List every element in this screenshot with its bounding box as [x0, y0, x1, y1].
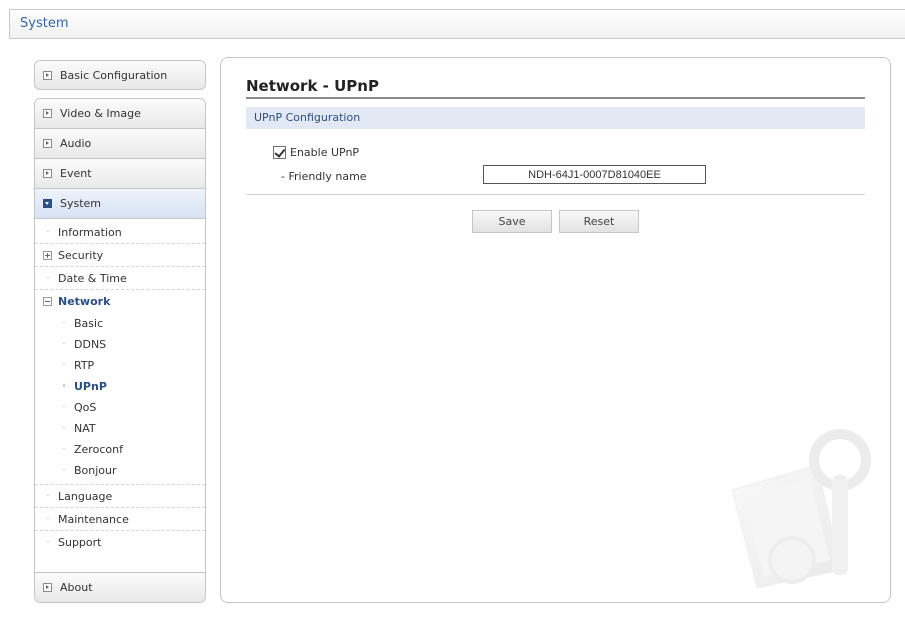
expand-icon [43, 70, 52, 80]
sidebar-item-label: Video & Image [60, 107, 141, 120]
sidebar-item-label: QoS [74, 401, 97, 414]
sidebar-item-label: NAT [74, 422, 96, 435]
collapse-icon [43, 199, 52, 208]
sidebar-item-qos[interactable]: · QoS [35, 397, 205, 418]
expand-plus-icon[interactable] [43, 250, 52, 260]
bullet-icon: · [62, 339, 66, 350]
sidebar-item-rtp[interactable]: · RTP [35, 355, 205, 376]
header-bar: System [9, 9, 905, 39]
network-submenu: · Basic · DDNS · RTP · UPnP · QoS · NAT [35, 313, 205, 485]
sidebar-item-label: Event [60, 167, 92, 180]
sidebar-item-network-basic[interactable]: · Basic [35, 313, 205, 334]
bullet-icon: · [46, 272, 50, 284]
bullet-icon: · [62, 360, 66, 371]
system-submenu: · Information Security · Date & Time Net… [35, 219, 205, 554]
sidebar-item-label: System [60, 197, 102, 210]
sidebar-item-label: About [60, 581, 93, 594]
expand-icon [43, 583, 52, 592]
expand-icon [43, 169, 52, 178]
sidebar-item-label: Bonjour [74, 464, 117, 477]
sidebar-item-label: Security [58, 248, 104, 262]
sidebar-item-audio[interactable]: Audio [35, 129, 205, 159]
sidebar-item-label: Zeroconf [74, 443, 123, 456]
friendly-name-input[interactable] [483, 165, 706, 184]
sidebar-item-label: Information [58, 225, 122, 239]
sidebar-item-upnp[interactable]: · UPnP [35, 376, 205, 397]
page-title: Network - UPnP [246, 77, 865, 99]
bullet-icon: · [46, 513, 50, 525]
sidebar-item-date-time[interactable]: · Date & Time [35, 267, 205, 290]
sidebar-item-nat[interactable]: · NAT [35, 418, 205, 439]
sidebar-item-zeroconf[interactable]: · Zeroconf [35, 439, 205, 460]
enable-upnp-checkbox[interactable] [273, 146, 286, 159]
header-title: System [20, 16, 69, 31]
sidebar-item-maintenance[interactable]: · Maintenance [35, 508, 205, 531]
sidebar-item-label: Language [58, 489, 113, 503]
bullet-icon: · [46, 490, 50, 502]
main-panel: Network - UPnP UPnP Configuration Enable… [220, 57, 891, 603]
sidebar-item-label: Basic [74, 317, 104, 330]
sidebar-item-event[interactable]: Event [35, 159, 205, 189]
sidebar-item-system[interactable]: System [35, 189, 205, 219]
bullet-icon: · [62, 318, 66, 329]
enable-upnp-label: Enable UPnP [290, 146, 360, 159]
enable-upnp-row: Enable UPnP [273, 146, 359, 159]
sidebar-item-label: Basic Configuration [60, 68, 168, 82]
sidebar-item-label: Maintenance [58, 512, 129, 526]
sidebar-item-about[interactable]: About [35, 572, 205, 602]
bullet-icon: · [46, 537, 50, 548]
bullet-icon: · [62, 465, 66, 476]
sidebar-item-label: DDNS [74, 338, 107, 351]
collapse-minus-icon[interactable] [43, 297, 52, 306]
sidebar-item-ddns[interactable]: · DDNS [35, 334, 205, 355]
sidebar-item-label: Date & Time [58, 271, 127, 285]
sidebar-item-label: Network [58, 295, 111, 308]
sidebar-item-label: Support [58, 536, 102, 549]
friendly-name-label: - Friendly name [281, 170, 367, 183]
bullet-icon: · [62, 402, 66, 413]
sidebar-item-network[interactable]: Network [35, 290, 205, 313]
expand-icon [43, 109, 52, 118]
reset-button[interactable]: Reset [559, 210, 639, 233]
bullet-icon: · [62, 381, 66, 392]
sidebar-item-support[interactable]: · Support [35, 531, 205, 554]
sidebar-menu: Video & Image Audio Event System · Infor… [34, 98, 206, 603]
sidebar-item-video-image[interactable]: Video & Image [35, 99, 205, 129]
section-header: UPnP Configuration [246, 107, 865, 129]
save-button[interactable]: Save [472, 210, 552, 233]
sidebar-item-language[interactable]: · Language [35, 485, 205, 508]
sidebar-item-information[interactable]: · Information [35, 221, 205, 244]
sidebar-item-label: RTP [74, 359, 95, 372]
sidebar-item-label: UPnP [74, 380, 107, 393]
sidebar-item-bonjour[interactable]: · Bonjour [35, 460, 205, 481]
sidebar-item-security[interactable]: Security [35, 244, 205, 267]
sidebar-item-label: Audio [60, 137, 92, 150]
bullet-icon: · [62, 423, 66, 434]
divider [246, 194, 865, 195]
tools-watermark-icon [731, 429, 871, 589]
bullet-icon: · [62, 444, 66, 455]
sidebar-item-basic-configuration[interactable]: Basic Configuration [34, 60, 206, 90]
bullet-icon: · [46, 226, 50, 238]
expand-icon [43, 139, 52, 148]
